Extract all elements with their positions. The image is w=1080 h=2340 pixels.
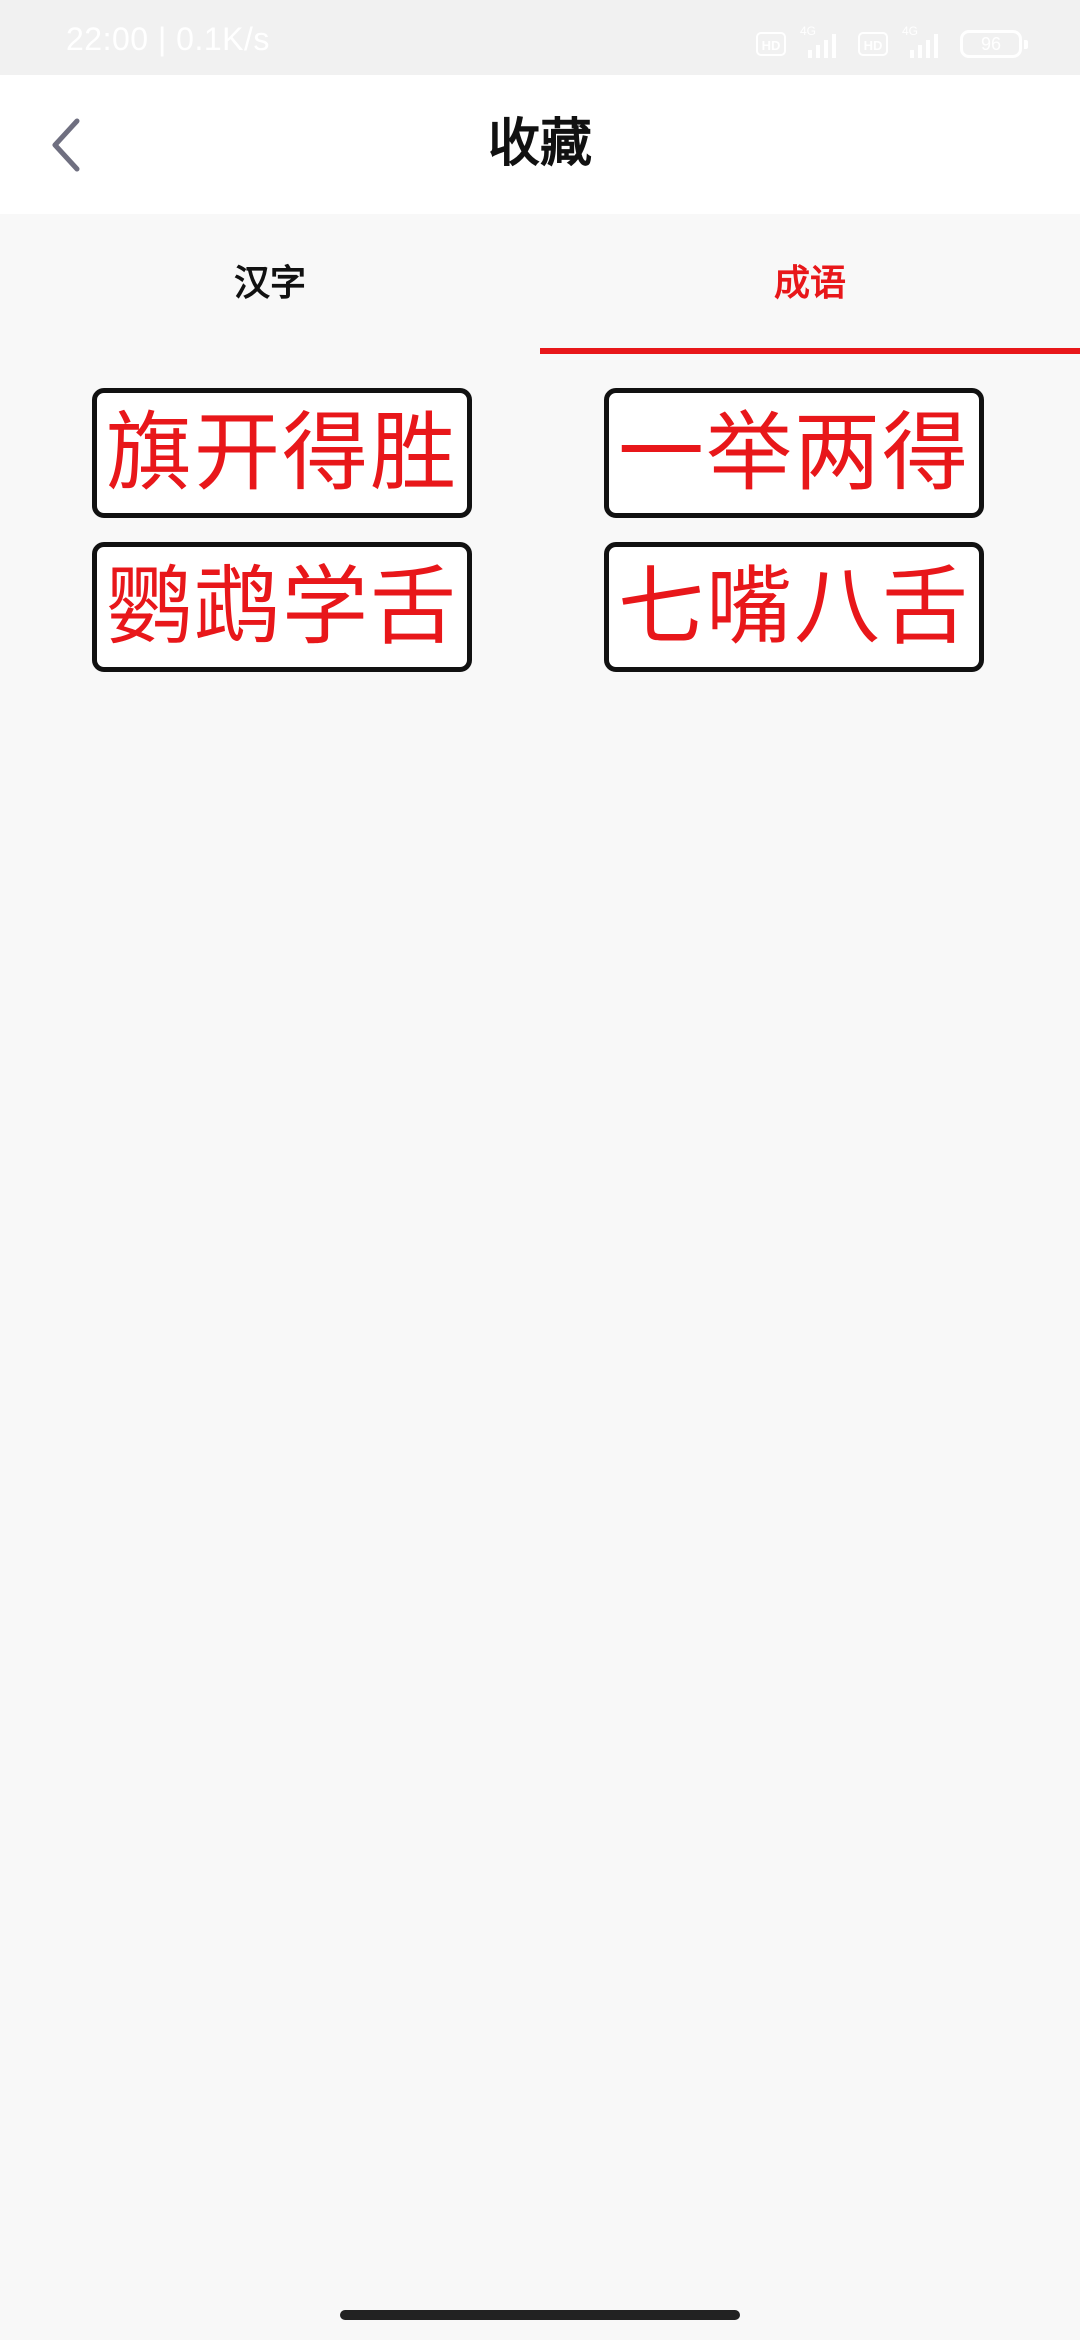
tab-bar: 汉字 成语 xyxy=(0,214,1080,354)
hd-badge: HD xyxy=(756,32,786,56)
favorite-idiom-card[interactable]: 七嘴八舌 xyxy=(604,542,984,672)
active-tab-indicator xyxy=(540,348,1080,354)
status-icons: HD 4G HD 4G 96 xyxy=(756,24,1028,60)
idiom-text: 鹦鹉学舌 xyxy=(106,557,458,657)
idiom-text: 一举两得 xyxy=(618,403,970,503)
favorite-idiom-card[interactable]: 旗开得胜 xyxy=(92,388,472,518)
chevron-left-icon xyxy=(52,118,80,172)
signal-icon: 4G xyxy=(902,24,946,60)
idiom-text: 旗开得胜 xyxy=(106,403,458,503)
home-indicator[interactable] xyxy=(340,2310,740,2320)
idiom-text: 七嘴八舌 xyxy=(618,557,970,657)
favorite-idiom-card[interactable]: 一举两得 xyxy=(604,388,984,518)
status-time-speed: 22:00 | 0.1K/s xyxy=(66,21,270,57)
signal-icon: 4G xyxy=(800,24,844,60)
tab-chengyu[interactable]: 成语 xyxy=(540,214,1080,354)
status-bar: 22:00 | 0.1K/s HD 4G HD 4G 96 xyxy=(0,0,1080,75)
tab-hanzi[interactable]: 汉字 xyxy=(0,214,540,354)
hd-badge: HD xyxy=(858,32,888,56)
tab-label: 汉字 xyxy=(233,263,306,304)
page-title: 收藏 xyxy=(487,114,592,174)
back-button[interactable] xyxy=(36,109,98,181)
tab-label: 成语 xyxy=(773,263,846,304)
battery-icon: 96 xyxy=(960,30,1028,58)
favorite-idiom-card[interactable]: 鹦鹉学舌 xyxy=(92,542,472,672)
title-bar: 收藏 xyxy=(0,75,1080,214)
